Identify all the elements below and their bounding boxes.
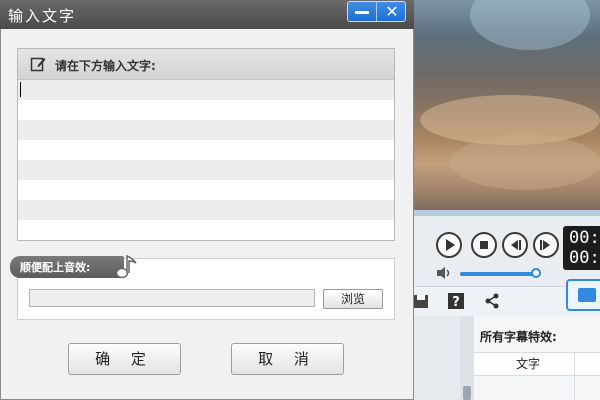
- volume-knob[interactable]: [531, 268, 541, 278]
- window-controls: ✕: [347, 1, 406, 22]
- edit-icon: [30, 57, 46, 72]
- text-line[interactable]: [18, 160, 394, 180]
- help-icon[interactable]: ?: [447, 292, 465, 310]
- text-input-lines[interactable]: [18, 80, 394, 240]
- time-display: 00: 00:: [563, 226, 600, 270]
- text-line[interactable]: [18, 120, 394, 140]
- sound-effect-label: 顺便配上音效:: [20, 261, 91, 274]
- effects-column-text[interactable]: 文字: [516, 355, 540, 372]
- previous-frame-button[interactable]: [502, 232, 528, 258]
- text-line[interactable]: [18, 180, 394, 200]
- cloud-layer: [450, 135, 600, 190]
- music-note-icon: [115, 254, 137, 279]
- ok-button[interactable]: 确 定: [68, 343, 181, 375]
- timeline-side-panel: [410, 316, 461, 400]
- sound-file-field[interactable]: [29, 289, 315, 307]
- previous-icon: [511, 240, 521, 250]
- close-icon[interactable]: ✕: [381, 3, 403, 21]
- volume-fill: [460, 272, 536, 276]
- window-controls-divider: [376, 2, 377, 21]
- column-divider: [574, 352, 575, 400]
- browse-button[interactable]: 浏览: [323, 289, 383, 309]
- total-time: 00:: [569, 248, 600, 268]
- play-icon: [446, 239, 455, 251]
- next-frame-button[interactable]: [533, 232, 559, 258]
- save-icon[interactable]: [412, 292, 430, 310]
- next-icon: [540, 240, 550, 250]
- svg-text:?: ?: [452, 295, 460, 310]
- stop-icon: [480, 241, 488, 249]
- effects-scrollbar[interactable]: [460, 316, 474, 400]
- stop-button[interactable]: [471, 232, 497, 258]
- text-line[interactable]: [18, 100, 394, 120]
- dialog-title: 输入文字: [8, 7, 77, 25]
- minimize-icon[interactable]: [355, 11, 369, 14]
- speaker-icon[interactable]: [436, 266, 454, 280]
- cancel-button[interactable]: 取 消: [231, 343, 344, 375]
- effects-panel-title: 所有字幕特效:: [480, 330, 557, 344]
- text-caret: [20, 82, 21, 97]
- export-icon: [578, 288, 596, 302]
- text-line[interactable]: [18, 80, 394, 100]
- text-input-header: 请在下方输入文字:: [18, 49, 394, 80]
- current-time: 00:: [569, 228, 600, 248]
- play-button[interactable]: [436, 232, 462, 258]
- scrollbar-thumb[interactable]: [463, 386, 471, 400]
- sky-glow: [470, 0, 590, 50]
- share-icon[interactable]: [483, 292, 501, 310]
- volume-slider[interactable]: [460, 268, 541, 278]
- text-line[interactable]: [18, 220, 394, 240]
- text-line[interactable]: [18, 140, 394, 160]
- text-input-area[interactable]: 请在下方输入文字:: [17, 48, 395, 241]
- video-preview: [410, 0, 600, 210]
- text-input-label: 请在下方输入文字:: [55, 59, 156, 73]
- text-line[interactable]: [18, 200, 394, 220]
- export-button[interactable]: [566, 279, 600, 311]
